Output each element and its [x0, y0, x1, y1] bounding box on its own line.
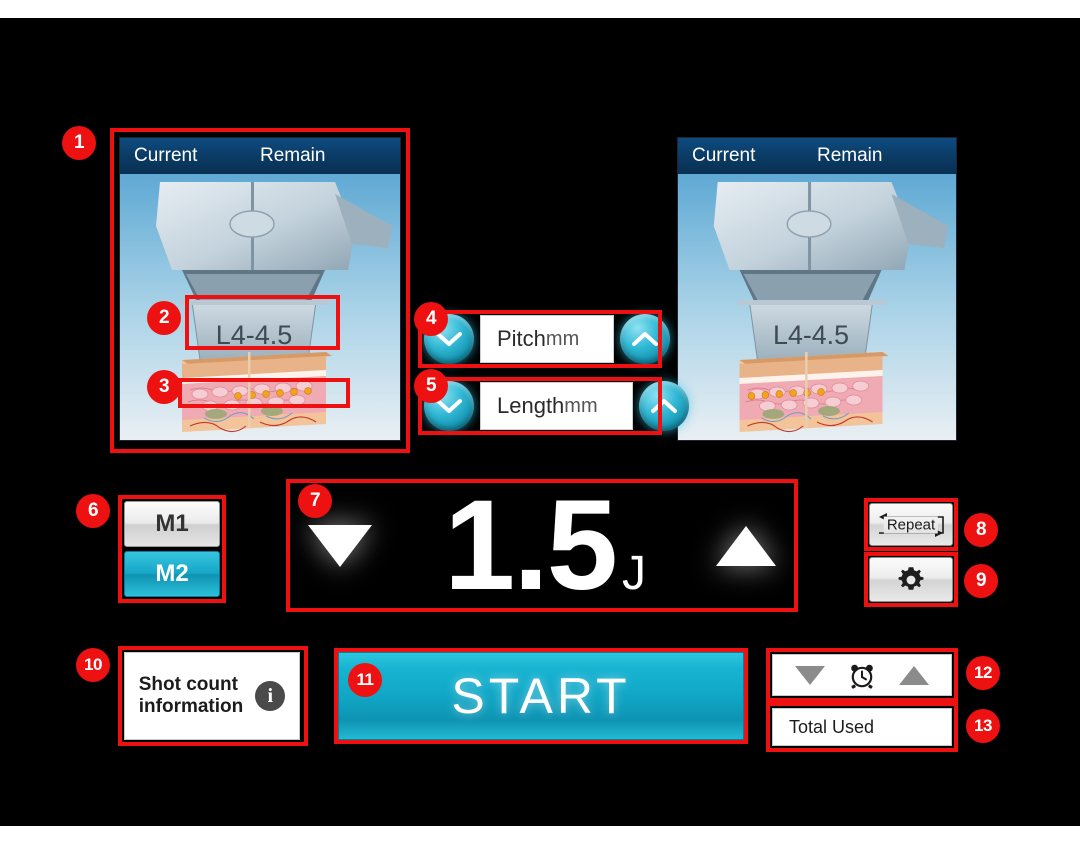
gear-icon	[898, 566, 924, 590]
timer-stepper	[772, 654, 952, 696]
energy-decrease-button[interactable]	[308, 524, 372, 567]
chevron-up-icon	[650, 399, 677, 413]
shot-count-line-2: information	[138, 696, 244, 717]
total-used-label: Total Used	[789, 716, 875, 737]
left-cartridge-label-text: L4-4.5	[216, 320, 293, 350]
badge-7: 7	[298, 484, 332, 518]
left-panel-remain-label: Remain	[260, 145, 326, 166]
device-screen: Current Remain L4-4.5 1 2 3 Current Rema…	[0, 18, 1080, 826]
badge-5: 5	[414, 369, 448, 403]
settings-button[interactable]	[869, 557, 953, 602]
pitch-unit: mm	[545, 327, 580, 350]
memory-m2-label: M2	[155, 560, 189, 587]
right-panel-current-label: Current	[692, 145, 756, 166]
badge-3: 3	[147, 370, 181, 404]
energy-value: 1.5	[444, 473, 618, 617]
start-button[interactable]: START	[338, 652, 744, 740]
start-label: START	[451, 668, 631, 724]
left-panel-header: Current Remain	[120, 138, 400, 174]
badge-8: 8	[964, 513, 998, 547]
transducer-skin-illustration: L4-4.5	[678, 174, 956, 440]
memory-m1-label: M1	[155, 510, 189, 537]
memory-buttons: M1 M2	[124, 501, 220, 597]
info-icon: i	[255, 681, 286, 711]
badge-4: 4	[414, 302, 448, 336]
pitch-row: Pitch mm	[424, 314, 671, 364]
pitch-field[interactable]: Pitch mm	[480, 315, 615, 363]
memory-button-m1[interactable]: M1	[124, 501, 220, 547]
badge-10: 10	[76, 648, 110, 682]
energy-value-group: 1.5 J	[444, 473, 646, 617]
length-label: Length	[497, 393, 565, 418]
energy-unit: J	[621, 546, 646, 600]
timer-increase-button[interactable]	[899, 665, 929, 685]
length-increase-button[interactable]	[638, 381, 689, 431]
badge-13: 13	[966, 709, 1000, 743]
length-field[interactable]: Length mm	[480, 382, 633, 430]
memory-button-m2[interactable]: M2	[124, 551, 220, 597]
energy-increase-button[interactable]	[716, 525, 776, 566]
timer-decrease-button[interactable]	[795, 665, 825, 685]
badge-1: 1	[62, 126, 96, 160]
left-panel-current-label: Current	[134, 145, 198, 166]
badge-12: 12	[966, 656, 1000, 690]
pitch-increase-button[interactable]	[620, 314, 671, 364]
length-unit: mm	[564, 394, 598, 417]
repeat-button[interactable]: Repeat	[869, 503, 953, 546]
repeat-icon-wrap: Repeat	[869, 508, 953, 542]
energy-display: 1.5 J	[286, 479, 798, 612]
repeat-label: Repeat	[883, 516, 939, 533]
badge-6: 6	[76, 494, 110, 528]
badge-9: 9	[964, 564, 998, 598]
badge-11: 11	[348, 663, 382, 697]
right-panel-body: L4-4.5	[678, 174, 956, 440]
right-cartridge-label-text: L4-4.5	[773, 320, 849, 350]
badge-2: 2	[147, 301, 181, 335]
length-row: Length mm	[424, 381, 689, 431]
shot-count-line-1: Shot count	[138, 674, 238, 696]
right-panel-header: Current Remain	[678, 138, 956, 174]
right-panel-remain-label: Remain	[817, 145, 883, 166]
shot-count-text: Shot count information	[139, 674, 244, 718]
pitch-label: Pitch	[497, 326, 546, 351]
chevron-up-icon	[632, 332, 659, 346]
shot-count-information-button[interactable]: Shot count information i	[124, 652, 300, 740]
alarm-clock-icon	[851, 664, 873, 689]
total-used-field[interactable]: Total Used	[772, 708, 952, 746]
right-treatment-panel[interactable]: Current Remain L4-4.5	[678, 138, 956, 440]
